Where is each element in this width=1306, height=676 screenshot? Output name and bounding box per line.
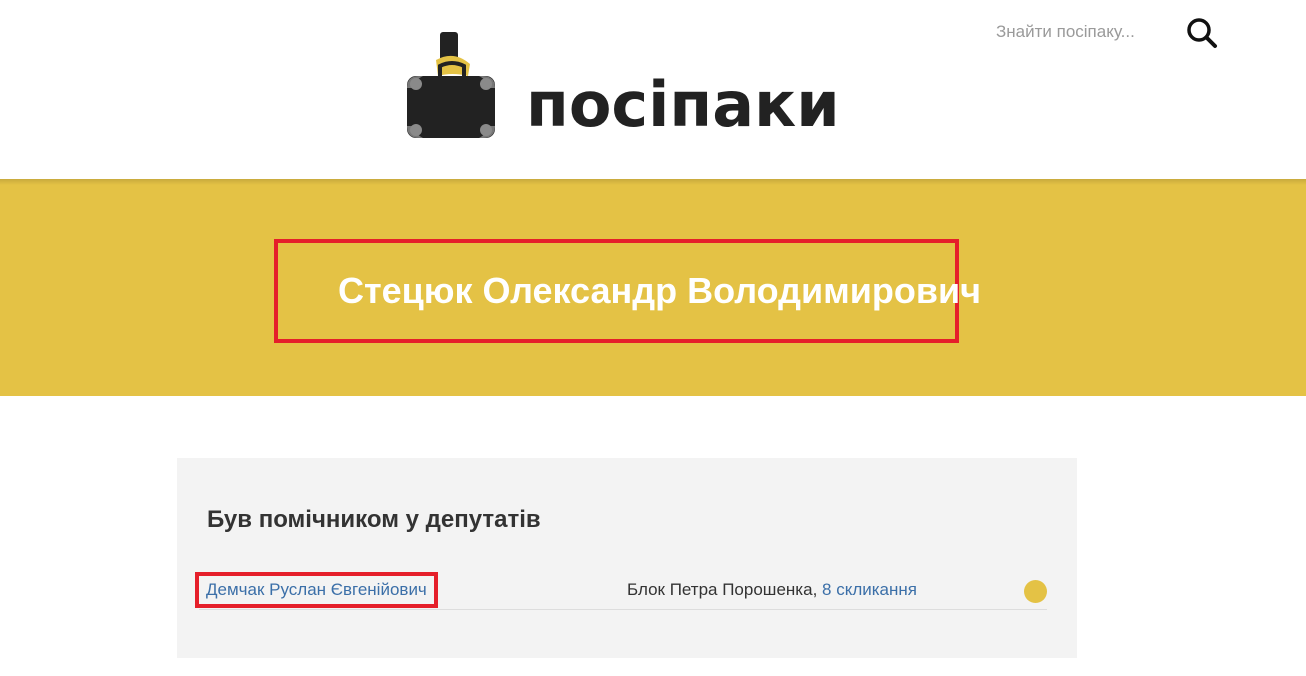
- briefcase-minion-logo-icon: [407, 32, 495, 138]
- site-header: посіпаки: [0, 0, 1306, 179]
- person-name-highlight: Стецюк Олександр Володимирович: [274, 239, 981, 343]
- search-input[interactable]: [996, 18, 1176, 46]
- search-box: [996, 14, 1226, 50]
- section-title: Був помічником у депутатів: [207, 506, 541, 533]
- banner-shadow: [0, 179, 1306, 185]
- person-name: Стецюк Олександр Володимирович: [338, 270, 981, 311]
- party-separator: ,: [812, 580, 823, 599]
- deputy-name-highlight: Демчак Руслан Євгенійович: [195, 572, 438, 608]
- party-name: Блок Петра Порошенка: [627, 580, 813, 599]
- party-info: Блок Петра Порошенка, 8 скликання: [627, 576, 917, 604]
- assistant-card: Був помічником у депутатів Демчак Руслан…: [177, 458, 1077, 658]
- deputy-row: Демчак Руслан Євгенійович Блок Петра Пор…: [195, 572, 1047, 610]
- search-icon[interactable]: [1186, 17, 1218, 49]
- deputy-name-link[interactable]: Демчак Руслан Євгенійович: [206, 576, 427, 604]
- convocation-link[interactable]: 8 скликання: [822, 580, 917, 599]
- logo-text: посіпаки: [526, 68, 840, 141]
- party-color-dot-icon: [1024, 580, 1047, 603]
- site-logo-link[interactable]: посіпаки: [406, 30, 846, 142]
